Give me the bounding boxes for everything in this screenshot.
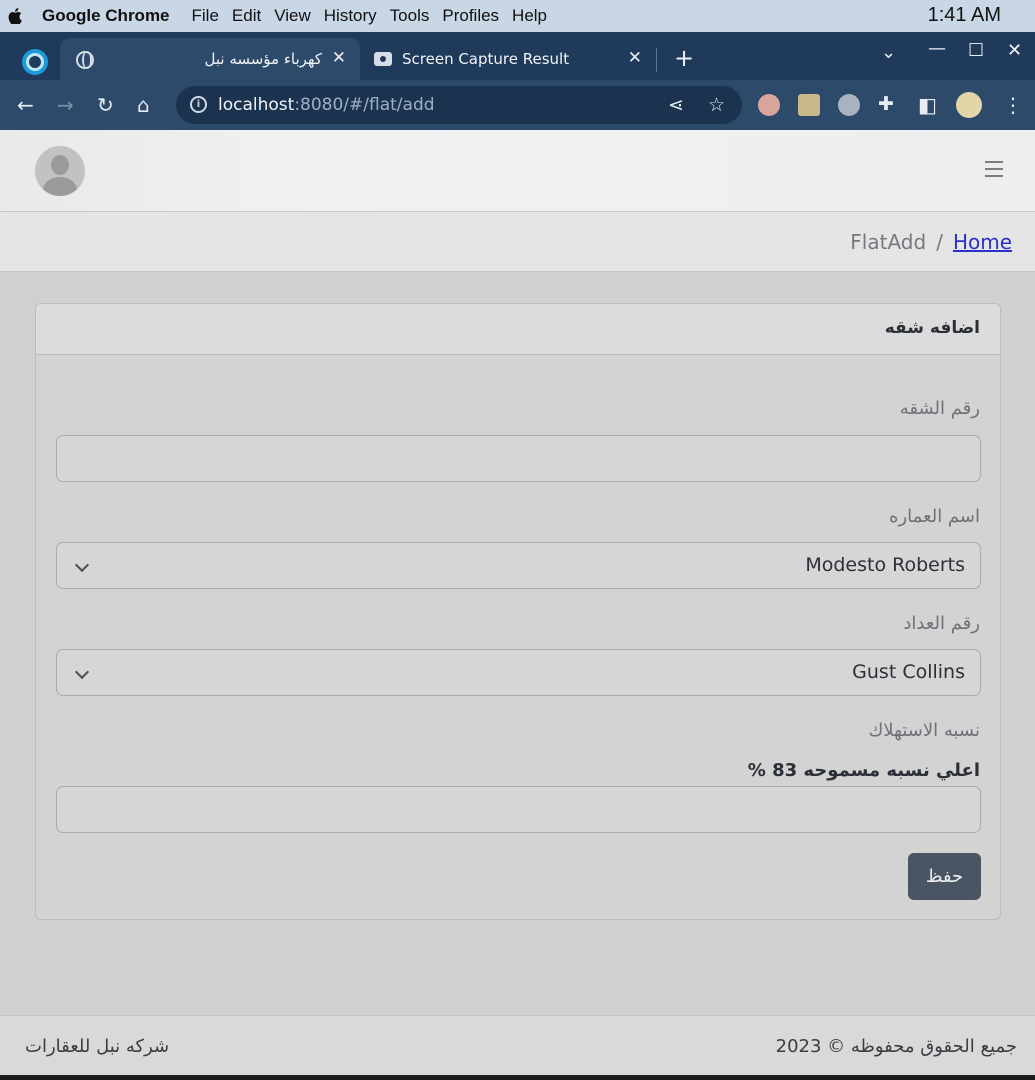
- maximize-icon[interactable]: ☐: [968, 40, 984, 61]
- camera-icon: [374, 52, 392, 66]
- page-footer: جميع الحقوق محفوظه © 2023 شركه نبل للعقا…: [0, 1015, 1035, 1075]
- meter-select[interactable]: Gust Collins: [56, 649, 981, 696]
- card-header: اضافه شقه: [36, 304, 1000, 355]
- share-icon[interactable]: ⋖: [668, 94, 684, 116]
- back-arrow-icon[interactable]: ←: [17, 93, 34, 117]
- company-name: شركه نبل للعقارات: [25, 1036, 170, 1057]
- save-button[interactable]: حفظ: [908, 853, 981, 900]
- menu-view[interactable]: View: [274, 6, 311, 26]
- extension-owl-icon[interactable]: [758, 94, 780, 116]
- meter-select-value: Gust Collins: [852, 661, 965, 683]
- tab-title: كهرباء مؤسسه نبل: [204, 50, 322, 68]
- site-info-icon[interactable]: i: [190, 96, 207, 113]
- extensions-puzzle-icon[interactable]: ✚: [878, 93, 894, 115]
- macos-menubar: Google Chrome File Edit View History Too…: [0, 0, 1035, 32]
- breadcrumb-separator: /: [936, 230, 943, 254]
- user-avatar-icon[interactable]: [35, 146, 85, 196]
- extension-shield-icon[interactable]: [838, 94, 860, 116]
- copyright-text: جميع الحقوق محفوظه © 2023: [775, 1036, 1017, 1057]
- profile-avatar-icon[interactable]: [956, 92, 982, 118]
- tab-separator: [656, 48, 657, 72]
- breadcrumb-home-link[interactable]: Home: [953, 230, 1012, 254]
- url-text[interactable]: localhost:8080/#/flat/add: [218, 95, 435, 115]
- new-tab-icon[interactable]: +: [674, 44, 694, 72]
- consumption-rate-input[interactable]: [56, 786, 981, 833]
- breadcrumb-bar: FlatAdd / Home: [0, 212, 1035, 272]
- chevron-down-icon: [74, 664, 90, 680]
- flat-number-label: رقم الشقه: [899, 398, 980, 419]
- breadcrumb-current: FlatAdd: [850, 230, 927, 254]
- menubar-clock[interactable]: 1:41 AM: [928, 4, 1001, 27]
- breadcrumb: FlatAdd / Home: [850, 230, 1012, 254]
- building-select[interactable]: Modesto Roberts: [56, 542, 981, 589]
- flat-number-input[interactable]: [56, 435, 981, 482]
- menu-help[interactable]: Help: [512, 6, 547, 26]
- window-close-icon[interactable]: ✕: [1007, 40, 1022, 61]
- tab-search-chevron-icon[interactable]: ⌄: [881, 42, 896, 63]
- globe-icon: [76, 51, 94, 69]
- menu-profiles[interactable]: Profiles: [442, 6, 499, 26]
- card-title: اضافه شقه: [884, 318, 980, 338]
- forward-arrow-icon[interactable]: →: [57, 93, 74, 117]
- menu-tools[interactable]: Tools: [390, 6, 430, 26]
- chrome-logo-icon[interactable]: [22, 49, 48, 75]
- kebab-menu-icon[interactable]: ⋮: [1003, 93, 1023, 117]
- window-bottom-edge: [0, 1075, 1035, 1080]
- meter-number-label: رقم العداد: [903, 613, 980, 634]
- tab-close-icon[interactable]: ✕: [628, 48, 642, 68]
- bookmark-star-icon[interactable]: ☆: [708, 94, 725, 116]
- building-select-value: Modesto Roberts: [805, 554, 965, 576]
- minimize-icon[interactable]: —: [928, 38, 946, 59]
- side-panel-icon[interactable]: ◧: [918, 93, 937, 117]
- tab-close-icon[interactable]: ✕: [332, 48, 346, 68]
- tab-title: Screen Capture Result: [402, 50, 570, 68]
- menu-history[interactable]: History: [324, 6, 377, 26]
- building-name-label: اسم العماره: [889, 506, 980, 527]
- tab-active[interactable]: كهرباء مؤسسه نبل ✕: [60, 38, 360, 80]
- consumption-rate-label: نسبه الاستهلاك: [868, 720, 980, 741]
- app-header: [0, 130, 1035, 212]
- max-rate-hint: اعلي نسبه مسموحه 83 %: [747, 760, 980, 781]
- browser-toolbar: ← → ↻ ⌂ i localhost:8080/#/flat/add ⋖ ☆ …: [0, 80, 1035, 130]
- address-bar[interactable]: i localhost:8080/#/flat/add ⋖ ☆: [176, 86, 742, 124]
- hamburger-menu-icon[interactable]: [985, 161, 1003, 177]
- home-icon[interactable]: ⌂: [137, 93, 150, 117]
- app-name[interactable]: Google Chrome: [42, 6, 170, 26]
- apple-icon[interactable]: [8, 8, 22, 24]
- add-flat-card: اضافه شقه رقم الشقه اسم العماره Modesto …: [35, 303, 1001, 920]
- menu-file[interactable]: File: [192, 6, 219, 26]
- reload-icon[interactable]: ↻: [97, 93, 114, 117]
- chevron-down-icon: [74, 557, 90, 573]
- extension-image-icon[interactable]: [798, 94, 820, 116]
- menu-edit[interactable]: Edit: [232, 6, 261, 26]
- browser-tab-strip: كهرباء مؤسسه نبل ✕ Screen Capture Result…: [0, 32, 1035, 80]
- tab-screen-capture[interactable]: Screen Capture Result ✕: [360, 38, 656, 80]
